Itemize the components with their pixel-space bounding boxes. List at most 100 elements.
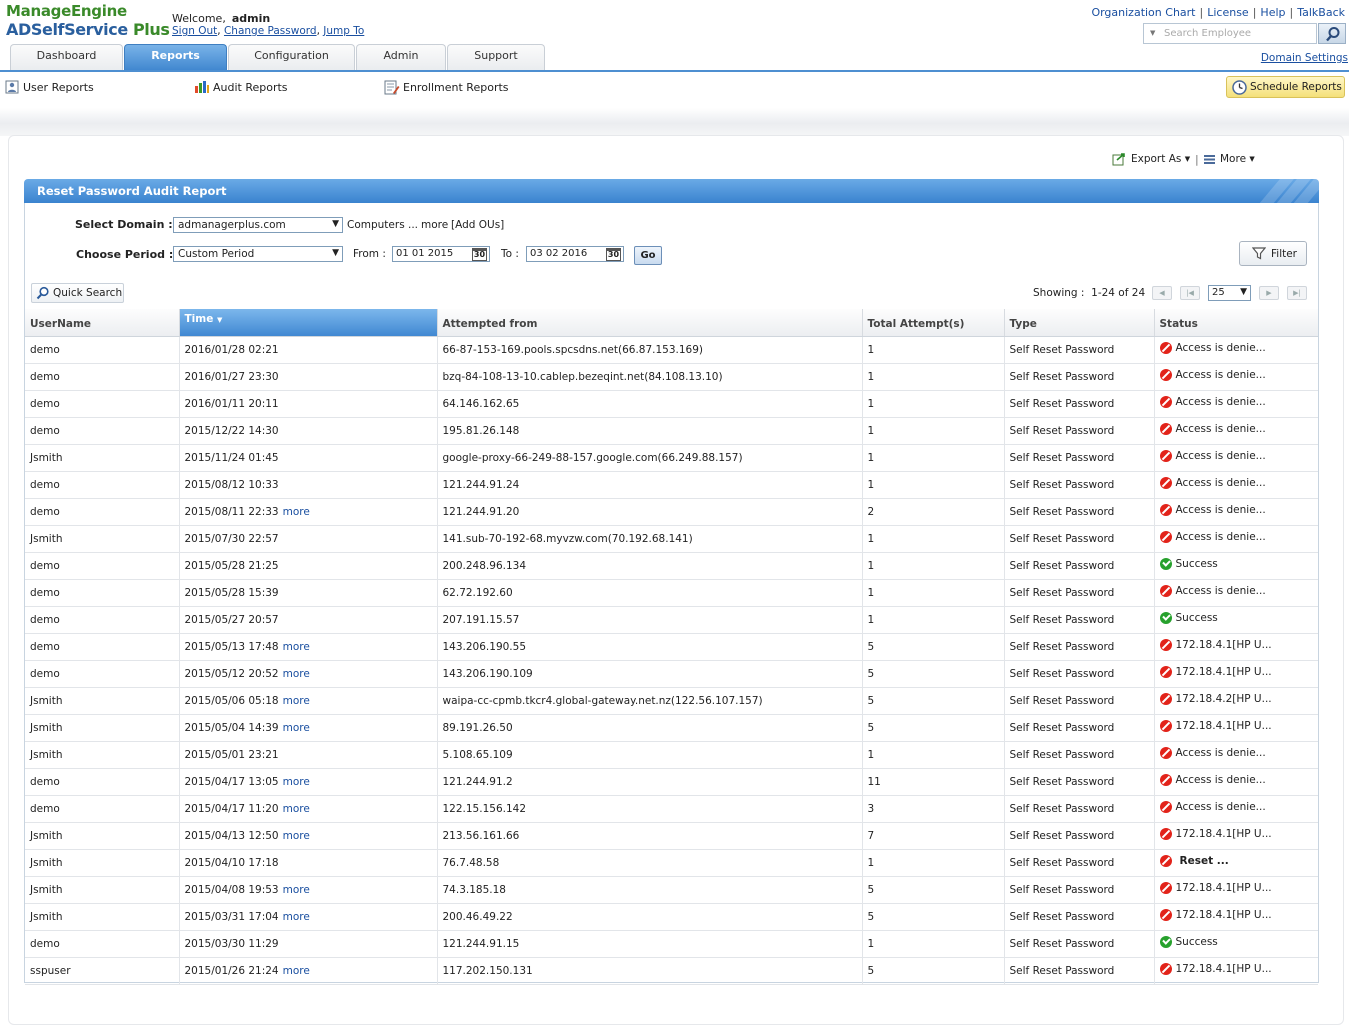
- to-date-input[interactable]: 03 02 2016 30: [526, 246, 624, 262]
- row-more-link[interactable]: more: [283, 695, 310, 707]
- row-more-link[interactable]: more: [283, 668, 310, 680]
- status-text[interactable]: Success: [1176, 936, 1218, 948]
- status-text[interactable]: Reset ...: [1180, 855, 1229, 867]
- calendar-icon[interactable]: 30: [606, 248, 621, 261]
- more-menu[interactable]: More ▼: [1204, 153, 1255, 165]
- table-row[interactable]: demo 2016/01/27 23:30 bzq-84-108-13-10.cab…: [25, 363, 1318, 391]
- table-row[interactable]: Jsmith 2015/05/04 14:39 more 89.191.26.50 5 S…: [25, 714, 1318, 742]
- go-button[interactable]: Go: [634, 246, 662, 265]
- user-reports-link[interactable]: User Reports: [5, 80, 94, 94]
- status-text[interactable]: Success: [1176, 558, 1218, 570]
- table-row[interactable]: demo 2015/05/12 20:52 more 143.206.190.109 5…: [25, 660, 1318, 688]
- tab-admin[interactable]: Admin: [356, 44, 446, 71]
- column-header-username[interactable]: UserName: [25, 309, 180, 337]
- table-row[interactable]: demo 2015/05/13 17:48 more 143.206.190.55 5 S…: [25, 633, 1318, 661]
- table-row[interactable]: Jsmith 2015/05/06 05:18 more waipa-cc-cpmb.…: [25, 687, 1318, 715]
- more-computers-link[interactable]: more: [421, 219, 448, 231]
- last-page-button[interactable]: ▶|: [1287, 286, 1307, 300]
- status-text[interactable]: Access is denie...: [1176, 450, 1266, 462]
- status-text[interactable]: Access is denie...: [1176, 504, 1266, 516]
- org-chart-link[interactable]: Organization Chart: [1091, 6, 1195, 19]
- row-more-link[interactable]: more: [283, 884, 310, 896]
- enrollment-reports-link[interactable]: Enrollment Reports: [384, 80, 509, 95]
- status-text[interactable]: Access is denie...: [1176, 396, 1266, 408]
- domain-settings-link[interactable]: Domain Settings: [1261, 52, 1348, 64]
- table-row[interactable]: demo 2015/04/17 13:05 more 121.244.91.2 11 Se…: [25, 768, 1318, 796]
- product-logo[interactable]: ManageEngine ADSelfService Plus: [6, 2, 170, 39]
- table-row[interactable]: demo 2015/03/30 11:29 121.244.91.15 1 Self R…: [25, 930, 1318, 958]
- column-header-total-attempts[interactable]: Total Attempt(s): [862, 309, 1005, 337]
- table-row[interactable]: demo 2016/01/11 20:11 64.146.162.65 1 Self R…: [25, 390, 1318, 418]
- status-text[interactable]: 172.18.4.2[HP U...: [1176, 693, 1272, 705]
- table-row[interactable]: Jsmith 2015/05/01 23:21 5.108.65.109 1 Self …: [25, 741, 1318, 769]
- first-page-button[interactable]: |◀: [1180, 286, 1200, 300]
- table-row[interactable]: demo 2015/12/22 14:30 195.81.26.148 1 Self R…: [25, 417, 1318, 445]
- status-text[interactable]: Access is denie...: [1176, 477, 1266, 489]
- change-password-link[interactable]: Change Password: [224, 25, 317, 37]
- column-header-attempted-from[interactable]: Attempted from: [437, 309, 863, 337]
- status-text[interactable]: 172.18.4.1[HP U...: [1176, 882, 1272, 894]
- talkback-link[interactable]: TalkBack: [1297, 6, 1345, 19]
- schedule-reports-button[interactable]: Schedule Reports: [1226, 76, 1345, 98]
- table-row[interactable]: sspuser 2015/01/26 21:24 more 117.202.150.1…: [25, 957, 1318, 985]
- period-select[interactable]: Custom Period ▼: [173, 246, 343, 262]
- status-text[interactable]: 172.18.4.1[HP U...: [1176, 639, 1272, 651]
- row-more-link[interactable]: more: [283, 641, 310, 653]
- next-page-button[interactable]: ▶: [1259, 286, 1279, 300]
- sign-out-link[interactable]: Sign Out: [172, 25, 217, 37]
- table-row[interactable]: demo 2015/05/27 20:57 207.191.15.57 1 Self R…: [25, 606, 1318, 634]
- column-header-time[interactable]: Time ▼: [179, 309, 438, 337]
- tab-reports[interactable]: Reports: [124, 44, 227, 71]
- status-text[interactable]: Access is denie...: [1176, 342, 1266, 354]
- search-scope-dropdown-icon[interactable]: ▼: [1150, 29, 1155, 37]
- row-more-link[interactable]: more: [283, 803, 310, 815]
- status-text[interactable]: 172.18.4.1[HP U...: [1176, 909, 1272, 921]
- table-row[interactable]: Jsmith 2015/11/24 01:45 google-proxy-66-24…: [25, 444, 1318, 472]
- from-date-input[interactable]: 01 01 2015 30: [392, 246, 490, 262]
- quick-search-button[interactable]: Quick Search: [31, 283, 124, 303]
- table-row[interactable]: Jsmith 2015/04/08 19:53 more 74.3.185.18 5 Se…: [25, 876, 1318, 904]
- table-row[interactable]: demo 2016/01/28 02:21 66-87-153-169.pools.…: [25, 336, 1318, 364]
- table-row[interactable]: Jsmith 2015/07/30 22:57 141.sub-70-192-68.…: [25, 525, 1318, 553]
- search-employee-input[interactable]: ▼ Search Employee: [1143, 23, 1317, 44]
- status-text[interactable]: 172.18.4.1[HP U...: [1176, 828, 1272, 840]
- row-more-link[interactable]: more: [283, 776, 310, 788]
- prev-page-button[interactable]: ◀: [1152, 286, 1172, 300]
- calendar-icon[interactable]: 30: [472, 248, 487, 261]
- status-text[interactable]: Access is denie...: [1176, 423, 1266, 435]
- domain-select[interactable]: admanagerplus.com ▼: [173, 217, 343, 233]
- status-text[interactable]: Access is denie...: [1176, 774, 1266, 786]
- status-text[interactable]: Access is denie...: [1176, 531, 1266, 543]
- table-row[interactable]: Jsmith 2015/04/13 12:50 more 213.56.161.66 7…: [25, 822, 1318, 850]
- status-text[interactable]: 172.18.4.1[HP U...: [1176, 666, 1272, 678]
- jump-to-link[interactable]: Jump To: [323, 25, 364, 37]
- export-as-menu[interactable]: Export As ▼: [1112, 152, 1190, 166]
- status-text[interactable]: Access is denie...: [1176, 747, 1266, 759]
- page-size-select[interactable]: 25 ▼: [1208, 285, 1251, 301]
- row-more-link[interactable]: more: [283, 965, 310, 977]
- column-header-status[interactable]: Status: [1154, 309, 1318, 337]
- row-more-link[interactable]: more: [283, 506, 310, 518]
- tab-configuration[interactable]: Configuration: [228, 44, 355, 71]
- filter-button[interactable]: Filter: [1239, 241, 1307, 266]
- status-text[interactable]: Success: [1176, 612, 1218, 624]
- status-text[interactable]: Access is denie...: [1176, 369, 1266, 381]
- table-row[interactable]: demo 2015/05/28 21:25 200.248.96.134 1 Self …: [25, 552, 1318, 580]
- search-button[interactable]: [1318, 23, 1346, 44]
- table-row[interactable]: demo 2015/08/12 10:33 121.244.91.24 1 Self R…: [25, 471, 1318, 499]
- table-row[interactable]: demo 2015/05/28 15:39 62.72.192.60 1 Self Re…: [25, 579, 1318, 607]
- row-more-link[interactable]: more: [283, 830, 310, 842]
- status-text[interactable]: Access is denie...: [1176, 585, 1266, 597]
- audit-reports-link[interactable]: Audit Reports: [194, 80, 288, 94]
- row-more-link[interactable]: more: [283, 722, 310, 734]
- help-link[interactable]: Help: [1260, 6, 1285, 19]
- tab-support[interactable]: Support: [447, 44, 545, 71]
- table-row[interactable]: demo 2015/04/17 11:20 more 122.15.156.142 3 S…: [25, 795, 1318, 823]
- license-link[interactable]: License: [1207, 6, 1248, 19]
- tab-dashboard[interactable]: Dashboard: [10, 44, 123, 71]
- table-row[interactable]: demo 2015/08/11 22:33 more 121.244.91.20 2 Se…: [25, 498, 1318, 526]
- status-text[interactable]: 172.18.4.1[HP U...: [1176, 963, 1272, 975]
- add-ous-link[interactable]: [Add OUs]: [451, 219, 504, 231]
- column-header-type[interactable]: Type: [1004, 309, 1155, 337]
- table-row[interactable]: Jsmith 2015/03/31 17:04 more 200.46.49.22 5 S…: [25, 903, 1318, 931]
